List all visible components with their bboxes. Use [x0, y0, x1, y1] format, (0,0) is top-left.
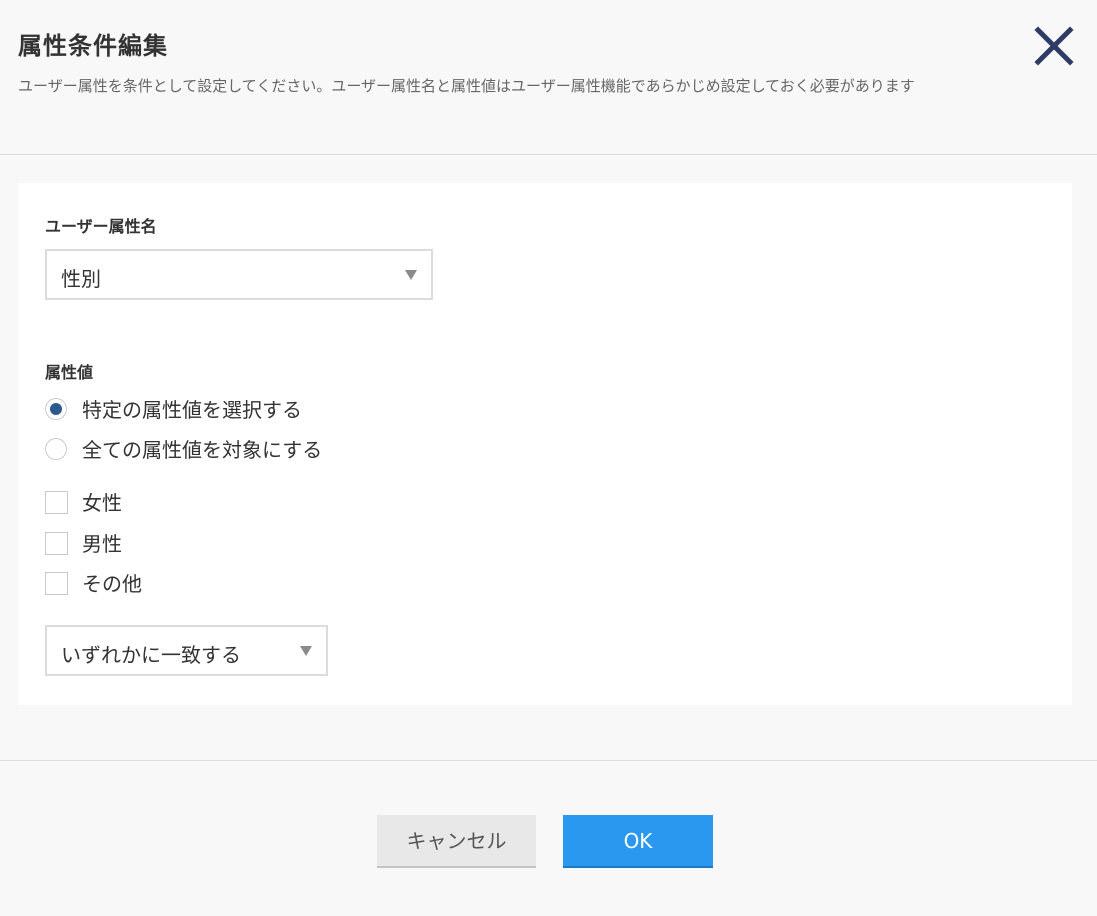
chevron-down-icon	[300, 646, 312, 656]
match-mode-value: いずれかに一致する	[61, 643, 241, 667]
cancel-button[interactable]: キャンセル	[377, 815, 536, 868]
checkbox-label: 男性	[82, 532, 122, 556]
checkbox-female[interactable]: 女性	[45, 491, 165, 517]
radio-select-all[interactable]: 全ての属性値を対象にする	[45, 438, 355, 464]
dialog-title: 属性条件編集	[18, 32, 168, 60]
dialog-description: ユーザー属性を条件として設定してください。ユーザー属性名と属性値はユーザー属性機…	[18, 77, 915, 95]
checkbox[interactable]	[45, 532, 68, 555]
attribute-name-value: 性別	[61, 267, 101, 291]
checkbox[interactable]	[45, 491, 68, 514]
checkbox[interactable]	[45, 572, 68, 595]
radio-button-selected[interactable]	[45, 398, 67, 420]
checkbox-label: 女性	[82, 491, 122, 515]
radio-select-specific[interactable]: 特定の属性値を選択する	[45, 398, 345, 424]
ok-button[interactable]: OK	[563, 815, 713, 868]
dialog-header: 属性条件編集 ユーザー属性を条件として設定してください。ユーザー属性名と属性値は…	[0, 0, 1097, 155]
attribute-name-select[interactable]: 性別	[45, 249, 433, 300]
radio-label: 特定の属性値を選択する	[82, 398, 302, 422]
checkbox-other[interactable]: その他	[45, 572, 185, 598]
radio-label: 全ての属性値を対象にする	[82, 438, 323, 462]
close-icon[interactable]	[1034, 26, 1074, 66]
chevron-down-icon	[405, 270, 417, 280]
dialog-footer: キャンセル OK	[0, 760, 1097, 916]
radio-button[interactable]	[45, 438, 67, 460]
attribute-value-label: 属性値	[45, 363, 94, 382]
checkbox-male[interactable]: 男性	[45, 532, 165, 558]
attribute-name-label: ユーザー属性名	[45, 217, 157, 236]
checkbox-label: その他	[82, 572, 142, 596]
match-mode-select[interactable]: いずれかに一致する	[45, 625, 328, 676]
condition-form-card: ユーザー属性名 性別 属性値 特定の属性値を選択する 全ての属性値を対象にする …	[18, 183, 1072, 705]
